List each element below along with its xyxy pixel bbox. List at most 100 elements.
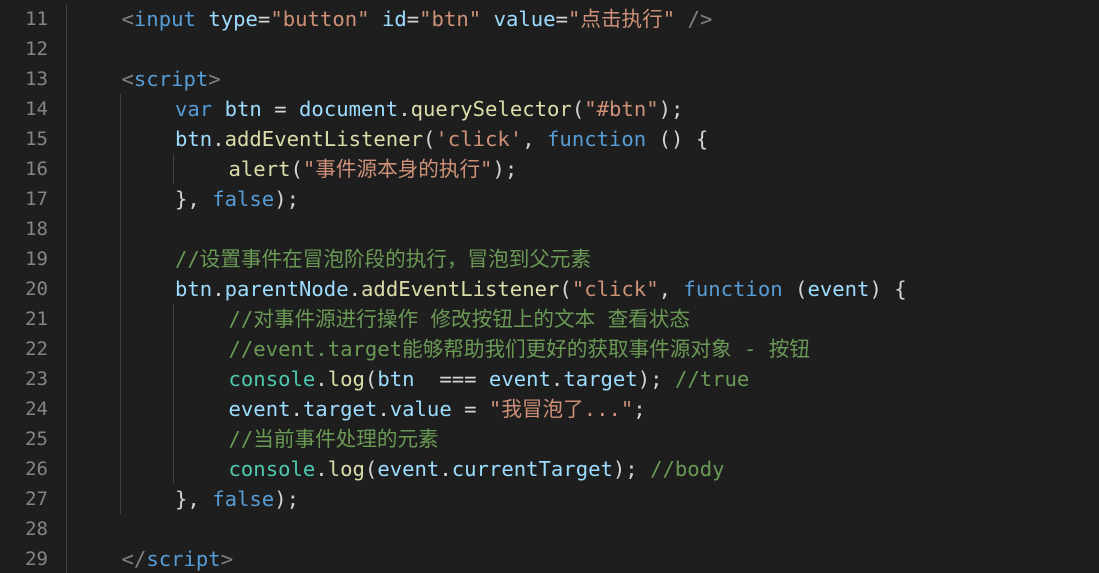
code-token: script (133, 67, 209, 91)
code-token: //body (650, 457, 725, 481)
code-text: <script> (122, 64, 221, 94)
code-token: parentNode (224, 277, 349, 301)
code-token: ( (364, 367, 378, 391)
code-token: 'click' (435, 127, 523, 151)
code-text: </script> (122, 544, 234, 573)
code-token: "button" (270, 7, 370, 31)
code-token: id (381, 7, 407, 31)
code-line[interactable]: 21 //对事件源进行操作 修改按钮上的文本 查看状态 (0, 304, 1099, 334)
code-token: value (493, 7, 556, 31)
code-text: console.log(event.currentTarget); //body (229, 454, 725, 484)
code-token: log (327, 457, 365, 481)
code-token: . (315, 367, 328, 391)
code-token: //当前事件处理的元素 (228, 427, 439, 451)
line-number: 25 (25, 428, 48, 450)
line-number: 19 (25, 248, 48, 270)
code-token: . (377, 397, 390, 421)
code-line[interactable]: 12 (0, 34, 1099, 64)
code-line[interactable]: 22 //event.target能够帮助我们更好的获取事件源对象 - 按钮 (0, 334, 1099, 364)
code-line[interactable]: 28 (0, 514, 1099, 544)
code-token: = (451, 397, 489, 421)
code-text: console.log(btn === event.target); //tru… (229, 364, 750, 394)
line-number: 16 (25, 158, 48, 180)
code-text: //设置事件在冒泡阶段的执行，冒泡到父元素 (175, 244, 591, 274)
code-text: }, false); (175, 184, 299, 214)
code-token: < (121, 67, 134, 91)
code-token: = (257, 7, 271, 31)
code-token: btn (175, 127, 213, 151)
code-token: ( (782, 277, 808, 301)
code-line[interactable]: 29 </script> (0, 544, 1099, 573)
code-token: document (299, 97, 399, 121)
code-line[interactable]: 23 console.log(btn === event.target); //t… (0, 364, 1099, 394)
code-token: //event.target能够帮助我们更好的获取事件源对象 - 按钮 (228, 337, 810, 361)
code-line[interactable]: 20 btn.parentNode.addEventListener("click… (0, 274, 1099, 304)
line-number: 21 (25, 308, 48, 330)
code-token: ); (274, 187, 300, 211)
code-token: log (327, 367, 365, 391)
code-token: }, (175, 187, 213, 211)
code-line[interactable]: 14 var btn = document.querySelector("#btn… (0, 94, 1099, 124)
code-token: . (439, 457, 452, 481)
line-number: 14 (25, 98, 48, 120)
code-token: ; (633, 397, 646, 421)
code-token: type (208, 7, 258, 31)
code-token: "#btn" (584, 97, 659, 121)
code-token: target (563, 367, 638, 391)
code-token: }, (175, 487, 213, 511)
line-number: 13 (25, 68, 48, 90)
code-editor[interactable]: 11 <input type="button" id="btn" value="点… (0, 0, 1099, 573)
code-token: alert (228, 157, 291, 181)
code-token: function (547, 127, 647, 151)
code-token: script (146, 547, 221, 571)
code-text: btn.addEventListener('click', function (… (175, 124, 708, 154)
code-token: //设置事件在冒泡阶段的执行，冒泡到父元素 (175, 247, 592, 271)
line-number: 18 (25, 218, 48, 240)
code-token: ( (364, 457, 378, 481)
code-token: , (522, 127, 548, 151)
code-line[interactable]: 13 <script> (0, 64, 1099, 94)
code-line[interactable]: 25 //当前事件处理的元素 (0, 424, 1099, 454)
code-token: > (208, 67, 221, 91)
code-token: querySelector (410, 97, 572, 121)
code-token: ); (637, 367, 675, 391)
code-line[interactable]: 27}, false); (0, 484, 1099, 514)
code-token: ); (492, 157, 518, 181)
code-line[interactable]: 24 event.target.value = "我冒泡了..."; (0, 394, 1099, 424)
code-token: event (377, 457, 440, 481)
code-line[interactable]: 11 <input type="button" id="btn" value="点… (0, 4, 1099, 34)
code-token: = (555, 7, 568, 31)
code-token: btn (377, 367, 415, 391)
code-token: ( (290, 157, 303, 181)
code-token: "点击执行" (567, 7, 676, 31)
code-line[interactable]: 19 //设置事件在冒泡阶段的执行，冒泡到父元素 (0, 244, 1099, 274)
code-token: addEventListener (224, 127, 423, 151)
code-token: , (658, 277, 684, 301)
code-token: = (261, 97, 300, 121)
code-line[interactable]: 16 alert("事件源本身的执行"); (0, 154, 1099, 184)
code-token: . (290, 397, 303, 421)
code-token: "事件源本身的执行" (302, 157, 493, 181)
line-number: 28 (25, 518, 48, 540)
code-line[interactable]: 17}, false); (0, 184, 1099, 214)
code-token: . (315, 457, 328, 481)
code-line[interactable]: 26 console.log(event.currentTarget); //bo… (0, 454, 1099, 484)
code-line[interactable]: 18 (0, 214, 1099, 244)
code-token: ( (423, 127, 436, 151)
code-token: addEventListener (361, 277, 560, 301)
code-token: "click" (571, 277, 659, 301)
code-line[interactable]: 15 btn.addEventListener('click', function… (0, 124, 1099, 154)
code-token: ); (658, 97, 684, 121)
code-token: "我冒泡了..." (488, 397, 634, 421)
code-token: ( (559, 277, 572, 301)
code-text: event.target.value = "我冒泡了..."; (229, 394, 646, 424)
line-number: 22 (25, 338, 48, 360)
code-token: . (398, 97, 411, 121)
code-token: event (228, 397, 291, 421)
code-token: target (302, 397, 378, 421)
code-token: input (133, 7, 196, 31)
code-token: btn (224, 97, 262, 121)
code-token: console (228, 457, 316, 481)
code-token: false (212, 187, 275, 211)
